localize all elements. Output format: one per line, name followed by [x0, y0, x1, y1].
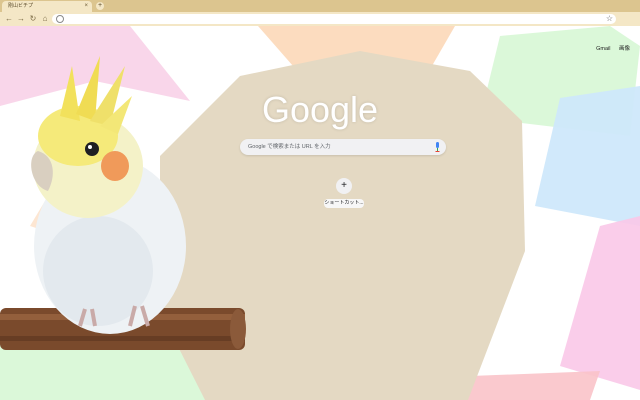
background-artwork	[0, 26, 640, 400]
active-tab[interactable]: 刚山ビチプ ×	[2, 1, 92, 12]
google-logo: Google	[261, 89, 379, 130]
tab-close-button[interactable]: ×	[84, 1, 88, 12]
forward-button[interactable]: →	[16, 14, 26, 24]
reload-button[interactable]: ↻	[28, 14, 38, 24]
add-shortcut-button[interactable]: +	[336, 178, 352, 194]
new-tab-button[interactable]: +	[96, 2, 104, 10]
google-g-icon	[56, 15, 64, 23]
microphone-icon[interactable]	[435, 142, 440, 152]
back-button[interactable]: ←	[4, 14, 14, 24]
search-placeholder: Google で検索または URL を入力	[248, 144, 331, 150]
tab-strip: 刚山ビチプ × +	[0, 0, 640, 12]
search-box[interactable]: Google で検索または URL を入力	[240, 139, 446, 155]
gmail-link[interactable]: Gmail	[596, 46, 610, 52]
browser-toolbar: ← → ↻ ⌂ ☆	[0, 12, 640, 26]
top-links: Gmail 画像	[589, 44, 630, 52]
tab-title: 刚山ビチプ	[8, 3, 34, 9]
new-tab-page: Gmail 画像 Google Google で検索または URL を入力 + …	[0, 26, 640, 400]
add-shortcut-label: ショートカット...	[324, 199, 364, 208]
bookmark-star-icon[interactable]: ☆	[606, 14, 613, 24]
images-link[interactable]: 画像	[619, 46, 630, 52]
home-button[interactable]: ⌂	[40, 14, 50, 24]
address-bar[interactable]: ☆	[52, 14, 616, 24]
